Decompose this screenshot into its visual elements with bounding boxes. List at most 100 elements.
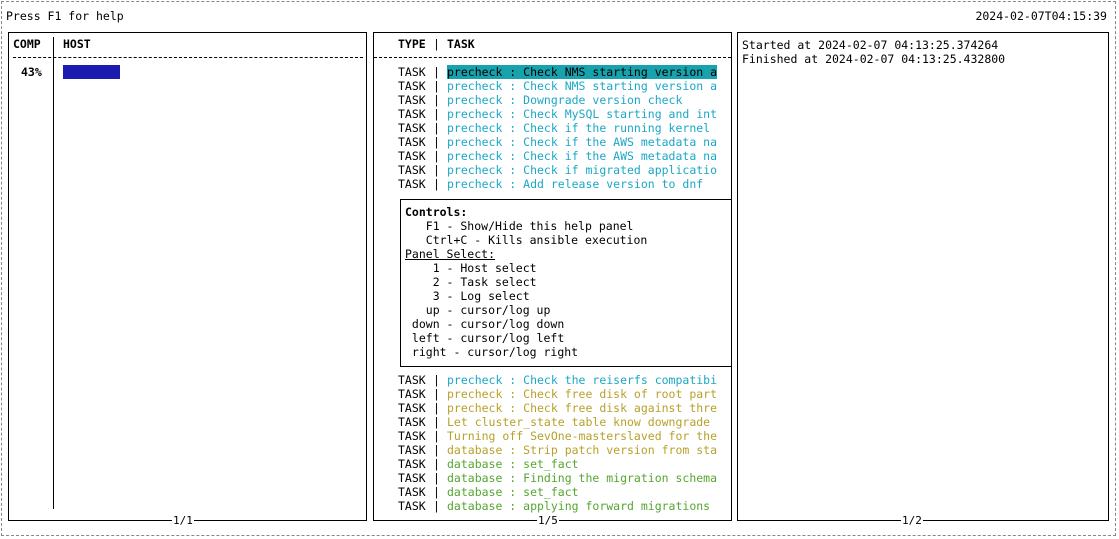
task-name[interactable]: database : set_fact (447, 485, 579, 499)
task-name[interactable]: database : set_fact (447, 457, 579, 471)
task-name[interactable]: precheck : Downgrade version check (447, 93, 682, 107)
task-row[interactable]: TASK | precheck : Check the reiserfs compa… (374, 373, 731, 387)
task-name[interactable]: precheck : Check the reiserfs compatibi (447, 373, 717, 387)
host-rows: 43% 10.0.0.1 (13, 65, 361, 79)
task-row-divider: | (433, 457, 440, 471)
task-row-divider: | (433, 135, 440, 149)
task-row-divider: | (433, 429, 440, 443)
help-hint: Press F1 for help (6, 9, 124, 23)
task-row-divider: | (433, 471, 440, 485)
task-row-divider: | (433, 443, 440, 457)
host-page-indicator: 1/1 (172, 514, 194, 528)
task-row-divider: | (433, 415, 440, 429)
task-type: TASK (398, 499, 426, 513)
task-name[interactable]: precheck : Check if the AWS metadata na (447, 135, 717, 149)
log-line: Finished at 2024-02-07 04:13:25.432800 (742, 52, 1006, 66)
task-row-divider: | (433, 485, 440, 499)
host-row[interactable]: 43% 10.0.0.1 (13, 65, 361, 79)
task-row[interactable]: TASK | database : set_fact (374, 485, 731, 499)
task-name[interactable]: precheck : Check NMS starting version a (447, 79, 717, 93)
task-row[interactable]: TASK | precheck : Add release version to d… (374, 177, 731, 191)
help-panel-select-list: 1 - Host select 2 - Task select 3 - Log … (405, 261, 578, 359)
help-control-line: F1 - Show/Hide this help panel (405, 219, 634, 233)
log-page-indicator: 1/2 (901, 514, 923, 528)
task-type: TASK (398, 387, 426, 401)
host-header-rule (13, 57, 363, 58)
task-row[interactable]: TASK | database : Strip patch version from… (374, 443, 731, 457)
help-control-line: Ctrl+C - Kills ansible execution (405, 233, 648, 247)
task-row[interactable]: TASK | database : Finding the migration sc… (374, 471, 731, 485)
col-task-header: TASK (447, 37, 475, 51)
col-type-header: TYPE (398, 37, 426, 51)
task-name[interactable]: precheck : Check if migrated applicatio (447, 163, 717, 177)
task-type: TASK (398, 79, 426, 93)
help-panel-select-line: 1 - Host select (405, 261, 537, 275)
help-panel: Controls: F1 - Show/Hide this help panel… (400, 199, 732, 367)
task-type: TASK (398, 443, 426, 457)
task-name[interactable]: precheck : Check NMS starting version a (447, 65, 718, 79)
task-name[interactable]: precheck : Check free disk against thre (447, 401, 717, 415)
task-type: TASK (398, 471, 426, 485)
task-row[interactable]: TASK | precheck : Check free disk against … (374, 401, 731, 415)
task-type: TASK (398, 485, 426, 499)
host-panel[interactable]: COMP HOST 43% 10.0.0.1 1/1 (8, 32, 367, 528)
task-name[interactable]: database : Finding the migration schema (447, 471, 717, 485)
task-name[interactable]: precheck : Check if the AWS metadata na (447, 149, 717, 163)
task-row-divider: | (433, 121, 440, 135)
task-row[interactable]: TASK | precheck : Check if the AWS metadat… (374, 135, 731, 149)
task-name[interactable]: precheck : Add release version to dnf (447, 177, 703, 191)
task-row[interactable]: TASK | database : applying forward migrati… (374, 499, 731, 513)
task-row[interactable]: TASK | precheck : Check NMS starting versi… (374, 79, 731, 93)
task-row-divider: | (433, 499, 440, 513)
help-panel-select-line: 2 - Task select (405, 275, 537, 289)
task-name[interactable]: Let cluster_state table know downgrade (447, 415, 710, 429)
log-lines: Started at 2024-02-07 04:13:25.374264 Fin… (742, 38, 1005, 66)
task-name[interactable]: database : applying forward migrations (447, 499, 710, 513)
task-row[interactable]: TASK | precheck : Check free disk of root … (374, 387, 731, 401)
help-panel-select-line: 3 - Log select (405, 289, 530, 303)
clock-timestamp: 2024-02-07T04:15:39 (975, 9, 1107, 23)
task-row[interactable]: TASK | precheck : Check if the AWS metadat… (374, 149, 731, 163)
task-type: TASK (398, 149, 426, 163)
task-row-divider: | (433, 79, 440, 93)
help-panel-select-line: left - cursor/log left (405, 331, 565, 345)
col-host-header: HOST (63, 37, 91, 51)
host-name[interactable]: 10.0.0.1 (63, 65, 121, 79)
task-row-divider: | (433, 177, 440, 191)
task-type: TASK (398, 429, 426, 443)
task-row-divider: | (433, 401, 440, 415)
task-row-divider: | (433, 373, 440, 387)
task-row[interactable]: TASK | Turning off SevOne-masterslaved for… (374, 429, 731, 443)
task-name[interactable]: Turning off SevOne-masterslaved for the (447, 429, 717, 443)
host-completion: 43% (21, 65, 42, 79)
help-panel-select-title: Panel Select: (405, 247, 496, 261)
task-row[interactable]: TASK | precheck : Check MySQL starting and… (374, 107, 731, 121)
task-name[interactable]: precheck : Check MySQL starting and int (447, 107, 717, 121)
task-row[interactable]: TASK | precheck : Check if migrated applic… (374, 163, 731, 177)
log-line: Started at 2024-02-07 04:13:25.374264 (742, 38, 999, 52)
task-type: TASK (398, 121, 426, 135)
task-row[interactable]: TASK | precheck : Downgrade version check (374, 93, 731, 107)
task-type: TASK (398, 65, 426, 79)
task-name[interactable]: precheck : Check if the running kernel (447, 121, 710, 135)
task-type: TASK (398, 163, 426, 177)
task-type: TASK (398, 373, 426, 387)
task-row[interactable]: TASK | precheck : Check NMS starting versi… (374, 65, 731, 79)
col-divider-glyph: | (433, 37, 440, 51)
log-panel[interactable]: Started at 2024-02-07 04:13:25.374264 Fin… (737, 32, 1109, 528)
host-column-divider (53, 37, 54, 509)
task-row[interactable]: TASK | Let cluster_state table know downgr… (374, 415, 731, 429)
help-panel-select-line: up - cursor/log up (405, 303, 551, 317)
task-row-divider: | (433, 163, 440, 177)
task-type: TASK (398, 135, 426, 149)
task-header-rule (374, 57, 731, 58)
task-row[interactable]: TASK | database : set_fact (374, 457, 731, 471)
task-type: TASK (398, 107, 426, 121)
task-name[interactable]: database : Strip patch version from sta (447, 443, 717, 457)
task-row[interactable]: TASK | precheck : Check if the running ker… (374, 121, 731, 135)
help-controls-title: Controls: (405, 205, 468, 219)
task-type: TASK (398, 457, 426, 471)
task-page-indicator: 1/5 (537, 514, 559, 528)
task-type: TASK (398, 401, 426, 415)
task-name[interactable]: precheck : Check free disk of root part (447, 387, 717, 401)
